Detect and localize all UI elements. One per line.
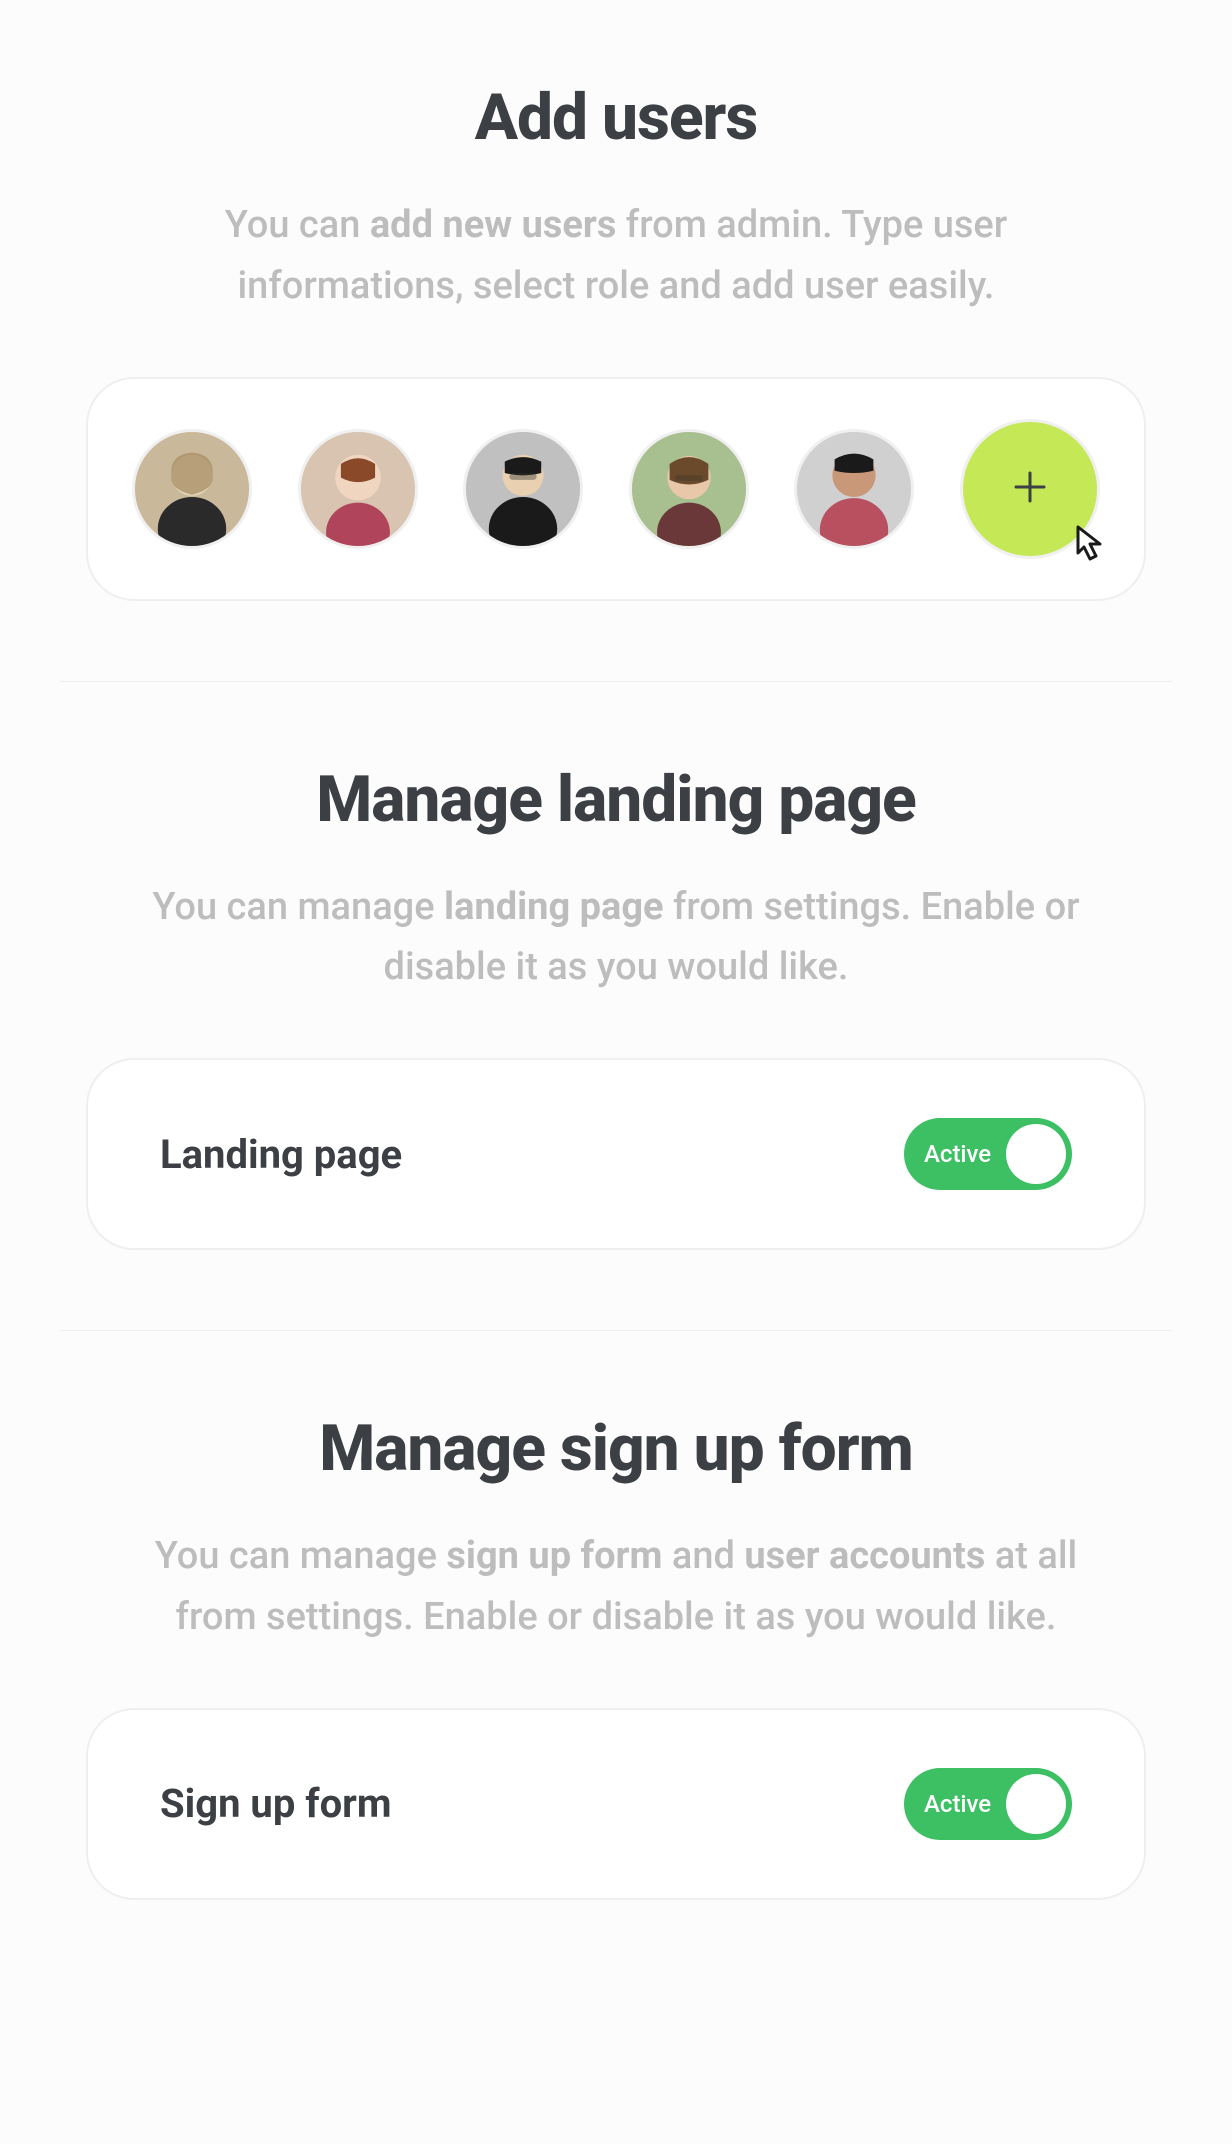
- avatar[interactable]: [794, 429, 914, 549]
- sign-up-section: Manage sign up form You can manage sign …: [60, 1330, 1172, 1980]
- avatar[interactable]: [463, 429, 583, 549]
- add-users-description: You can add new users from admin. Type u…: [136, 195, 1096, 317]
- landing-page-toggle[interactable]: Active: [904, 1118, 1072, 1190]
- landing-page-section: Manage landing page You can manage landi…: [60, 681, 1172, 1331]
- toggle-status-text: Active: [924, 1790, 991, 1818]
- landing-page-description: You can manage landing page from setting…: [136, 877, 1096, 999]
- landing-page-card: Landing page Active: [86, 1058, 1146, 1250]
- landing-page-title: Manage landing page: [60, 762, 1172, 837]
- toggle-knob: [1006, 1774, 1066, 1834]
- sign-up-card: Sign up form Active: [86, 1708, 1146, 1900]
- plus-icon: [1010, 467, 1050, 511]
- avatar[interactable]: [132, 429, 252, 549]
- add-user-wrapper: [960, 419, 1100, 559]
- avatar[interactable]: [629, 429, 749, 549]
- landing-page-toggle-label: Landing page: [160, 1131, 402, 1178]
- add-users-section: Add users You can add new users from adm…: [60, 80, 1172, 681]
- cursor-pointer-icon: [1060, 515, 1112, 567]
- sign-up-toggle-label: Sign up form: [160, 1780, 391, 1827]
- avatar[interactable]: [298, 429, 418, 549]
- sign-up-title: Manage sign up form: [60, 1411, 1172, 1486]
- sign-up-description: You can manage sign up form and user acc…: [136, 1526, 1096, 1648]
- toggle-knob: [1006, 1124, 1066, 1184]
- add-users-title: Add users: [60, 80, 1172, 155]
- sign-up-toggle[interactable]: Active: [904, 1768, 1072, 1840]
- toggle-status-text: Active: [924, 1140, 991, 1168]
- users-card: [86, 377, 1146, 601]
